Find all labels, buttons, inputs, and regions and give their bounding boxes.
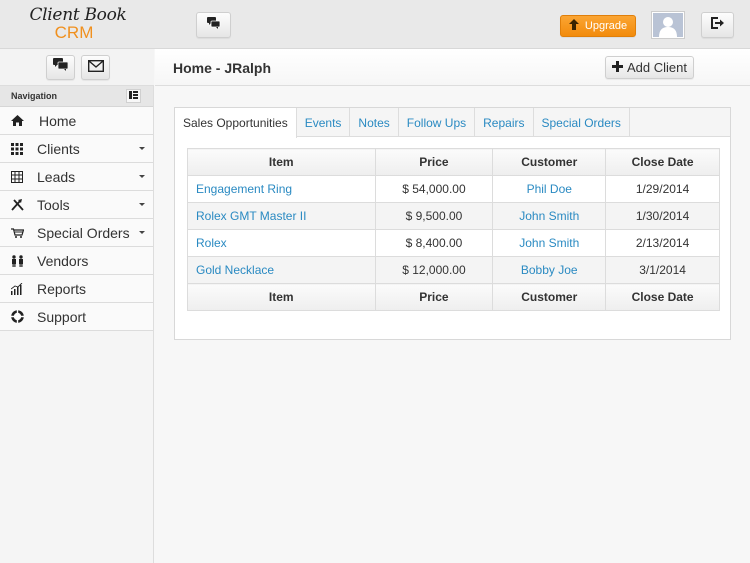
plus-icon <box>612 60 623 75</box>
sidebar-item-label: Leads <box>37 168 76 185</box>
chat-icon <box>52 58 69 77</box>
add-client-label: Add Client <box>627 60 687 75</box>
sidebar: Navigation Home Clients Leads Tools Spec… <box>0 86 154 563</box>
tab-follow-ups[interactable]: Follow Ups <box>399 108 476 137</box>
mail-button[interactable] <box>81 55 110 80</box>
sidebar-item-label: Clients <box>37 140 80 157</box>
caret-down-icon <box>139 175 145 178</box>
table-icon <box>9 169 25 185</box>
sidebar-item-label: Support <box>37 308 87 325</box>
navigation-label: Navigation <box>11 91 58 101</box>
navigation-heading: Navigation <box>0 86 153 107</box>
avatar[interactable] <box>651 11 685 39</box>
table-footer-row: Item Price Customer Close Date <box>187 283 720 311</box>
column-header-item[interactable]: Item <box>187 148 376 176</box>
sidebar-item-reports[interactable]: Reports <box>0 275 153 303</box>
sales-opportunities-table: Item Price Customer Close Date Engagemen… <box>187 148 720 311</box>
column-header-customer[interactable]: Customer <box>492 148 607 176</box>
logo-text: Client Book <box>29 5 127 25</box>
page-header: Home - JRalph Add Client <box>155 49 750 86</box>
price-cell: $ 54,000.00 <box>374 175 494 203</box>
close-date-cell: 3/1/2014 <box>605 256 720 284</box>
sidebar-item-label: Reports <box>37 280 87 297</box>
grid-icon <box>9 141 25 157</box>
price-cell: $ 9,500.00 <box>374 202 494 230</box>
messages-button[interactable] <box>196 12 231 38</box>
chat-button[interactable] <box>46 55 75 80</box>
logo-subtext: CRM <box>54 23 94 42</box>
sidebar-item-tools[interactable]: Tools <box>0 191 153 219</box>
column-header-close-date[interactable]: Close Date <box>605 148 720 176</box>
price-cell: $ 8,400.00 <box>374 229 494 257</box>
item-link[interactable]: Engagement Ring <box>187 175 376 203</box>
table-row: Engagement Ring $ 54,000.00 Phil Doe 1/2… <box>187 175 720 203</box>
cart-icon <box>9 225 25 241</box>
item-link[interactable]: Rolex GMT Master II <box>187 202 376 230</box>
sidebar-item-label: Tools <box>37 196 70 213</box>
content-panel: Sales Opportunities Events Notes Follow … <box>174 107 731 340</box>
logo[interactable]: Client Book CRM <box>28 6 128 44</box>
envelope-icon <box>87 59 104 77</box>
sidebar-item-clients[interactable]: Clients <box>0 135 153 163</box>
item-link[interactable]: Gold Necklace <box>187 256 376 284</box>
column-footer-customer: Customer <box>492 283 607 311</box>
tab-repairs[interactable]: Repairs <box>475 108 534 137</box>
tab-bar: Sales Opportunities Events Notes Follow … <box>175 108 730 138</box>
column-header-price[interactable]: Price <box>374 148 494 176</box>
page-title: Home - JRalph <box>173 60 272 76</box>
table-row: Rolex $ 8,400.00 John Smith 2/13/2014 <box>187 229 720 257</box>
customer-link[interactable]: John Smith <box>492 229 607 257</box>
item-link[interactable]: Rolex <box>187 229 376 257</box>
customer-link[interactable]: John Smith <box>492 202 607 230</box>
column-footer-price: Price <box>374 283 494 311</box>
sidebar-item-special-orders[interactable]: Special Orders <box>0 219 153 247</box>
customer-link[interactable]: Bobby Joe <box>492 256 607 284</box>
close-date-cell: 2/13/2014 <box>605 229 720 257</box>
close-date-cell: 1/29/2014 <box>605 175 720 203</box>
lifebuoy-icon <box>9 309 25 325</box>
tab-sales-opportunities[interactable]: Sales Opportunities <box>175 108 297 138</box>
sidebar-item-home[interactable]: Home <box>0 107 153 135</box>
sidebar-item-label: Vendors <box>37 252 89 269</box>
upgrade-label: Upgrade <box>584 20 628 32</box>
column-footer-close-date: Close Date <box>605 283 720 311</box>
sidebar-toolbar <box>0 49 154 86</box>
sidebar-toggle-button[interactable] <box>126 89 141 103</box>
add-client-button[interactable]: Add Client <box>605 56 694 79</box>
logout-button[interactable] <box>701 12 734 38</box>
arrow-up-icon <box>568 19 579 33</box>
chart-icon <box>9 281 25 297</box>
caret-down-icon <box>139 203 145 206</box>
upgrade-button[interactable]: Upgrade <box>560 15 636 37</box>
tab-notes[interactable]: Notes <box>350 108 399 137</box>
home-icon <box>9 113 25 129</box>
tab-special-orders[interactable]: Special Orders <box>534 108 630 137</box>
sidebar-item-vendors[interactable]: Vendors <box>0 247 153 275</box>
users-icon <box>9 253 25 269</box>
column-footer-item: Item <box>187 283 376 311</box>
tools-icon <box>9 197 25 213</box>
caret-down-icon <box>139 147 145 150</box>
list-icon <box>129 91 138 101</box>
chat-icon <box>206 16 221 34</box>
close-date-cell: 1/30/2014 <box>605 202 720 230</box>
customer-link[interactable]: Phil Doe <box>492 175 607 203</box>
sidebar-item-support[interactable]: Support <box>0 303 153 331</box>
user-silhouette-icon <box>653 13 683 37</box>
caret-down-icon <box>139 231 145 234</box>
top-header: Client Book CRM Upgrade <box>0 0 750 49</box>
table-header-row: Item Price Customer Close Date <box>187 148 720 176</box>
tab-events[interactable]: Events <box>297 108 351 137</box>
table-row: Rolex GMT Master II $ 9,500.00 John Smit… <box>187 202 720 230</box>
sidebar-item-label: Special Orders <box>37 224 130 241</box>
logout-icon <box>711 16 724 34</box>
price-cell: $ 12,000.00 <box>374 256 494 284</box>
sidebar-item-label: Home <box>39 112 77 129</box>
table-row: Gold Necklace $ 12,000.00 Bobby Joe 3/1/… <box>187 256 720 284</box>
sidebar-item-leads[interactable]: Leads <box>0 163 153 191</box>
